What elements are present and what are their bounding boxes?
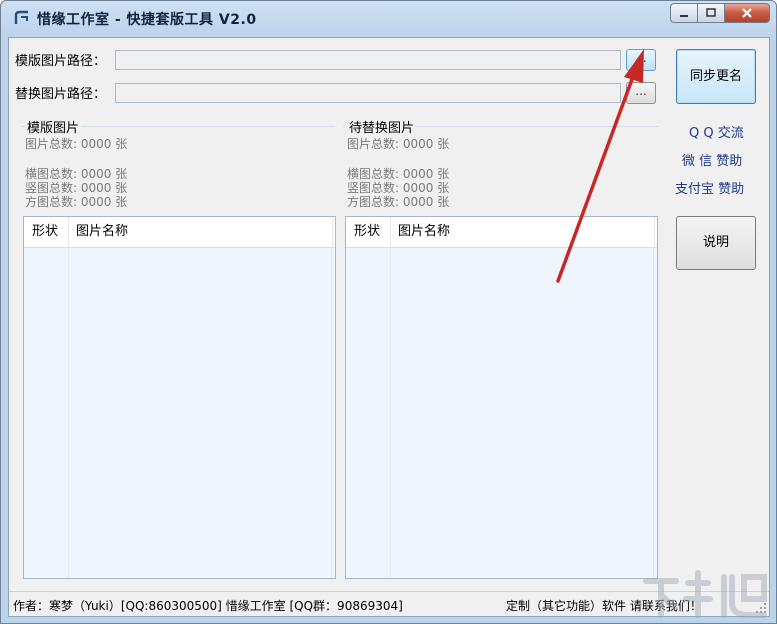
template-list-gridline bbox=[331, 248, 332, 578]
template-total-count: 图片总数: 0000 张 bbox=[25, 137, 128, 151]
replace-group-title: 待替换图片 bbox=[347, 117, 417, 136]
replace-list-header: 形状 图片名称 bbox=[346, 217, 657, 248]
template-square-count: 方图总数: 0000 张 bbox=[25, 195, 128, 209]
template-path-input[interactable] bbox=[115, 50, 621, 70]
template-col-separator bbox=[68, 217, 69, 247]
maximize-button[interactable] bbox=[698, 3, 725, 23]
replace-landscape-count: 横图总数: 0000 张 bbox=[347, 167, 450, 181]
template-group-title: 模版图片 bbox=[25, 117, 82, 136]
template-path-label: 模版图片路径： bbox=[15, 54, 107, 69]
template-image-list[interactable]: 形状 图片名称 bbox=[23, 216, 336, 579]
replace-path-label: 替换图片路径： bbox=[15, 87, 107, 102]
replace-image-list[interactable]: 形状 图片名称 bbox=[345, 216, 658, 579]
help-button[interactable]: 说明 bbox=[676, 216, 756, 270]
template-list-header: 形状 图片名称 bbox=[24, 217, 335, 248]
app-window: 惜缘工作室 - 快捷套版工具 V2.0 模版图片路径： ... 替换图片路径： … bbox=[0, 0, 777, 624]
app-icon bbox=[14, 10, 28, 24]
replace-col-shape[interactable]: 形状 bbox=[354, 217, 380, 247]
caption-buttons bbox=[670, 3, 770, 23]
window-title: 惜缘工作室 - 快捷套版工具 V2.0 bbox=[37, 12, 257, 28]
watermark-logo-icon bbox=[643, 570, 767, 618]
client-area: 模版图片路径： ... 替换图片路径： ... 模版图片 图片总数: 0000 … bbox=[8, 37, 770, 617]
close-icon bbox=[742, 8, 752, 18]
minimize-button[interactable] bbox=[670, 3, 698, 23]
replace-col-name[interactable]: 图片名称 bbox=[398, 217, 450, 247]
replace-browse-button[interactable]: ... bbox=[626, 82, 656, 104]
alipay-donate-link[interactable]: 支付宝 赞助 bbox=[675, 178, 744, 197]
replace-list-gridline bbox=[653, 248, 654, 578]
replace-col-separator-end bbox=[654, 217, 655, 247]
template-list-body[interactable] bbox=[24, 248, 335, 578]
template-landscape-count: 横图总数: 0000 张 bbox=[25, 167, 128, 181]
template-browse-button[interactable]: ... bbox=[626, 49, 656, 71]
template-col-name[interactable]: 图片名称 bbox=[76, 217, 128, 247]
replace-path-input[interactable] bbox=[115, 83, 621, 103]
maximize-icon bbox=[706, 8, 716, 17]
template-col-shape[interactable]: 形状 bbox=[32, 217, 58, 247]
wechat-donate-link[interactable]: 微 信 赞助 bbox=[682, 150, 742, 169]
replace-col-separator bbox=[390, 217, 391, 247]
qq-exchange-link[interactable]: Q Q 交流 bbox=[689, 122, 744, 141]
replace-total-count: 图片总数: 0000 张 bbox=[347, 137, 450, 151]
title-bar[interactable]: 惜缘工作室 - 快捷套版工具 V2.0 bbox=[1, 1, 776, 37]
template-col-separator-end bbox=[332, 217, 333, 247]
close-button[interactable] bbox=[725, 3, 770, 23]
replace-square-count: 方图总数: 0000 张 bbox=[347, 195, 450, 209]
template-portrait-count: 竖图总数: 0000 张 bbox=[25, 181, 128, 195]
sync-rename-button[interactable]: 同步更名 bbox=[676, 49, 756, 104]
status-author: 作者：寒梦（Yuki）[QQ:860300500] 惜缘工作室 [QQ群：908… bbox=[13, 599, 403, 613]
minimize-icon bbox=[680, 15, 688, 17]
replace-portrait-count: 竖图总数: 0000 张 bbox=[347, 181, 450, 195]
replace-list-body[interactable] bbox=[346, 248, 657, 578]
